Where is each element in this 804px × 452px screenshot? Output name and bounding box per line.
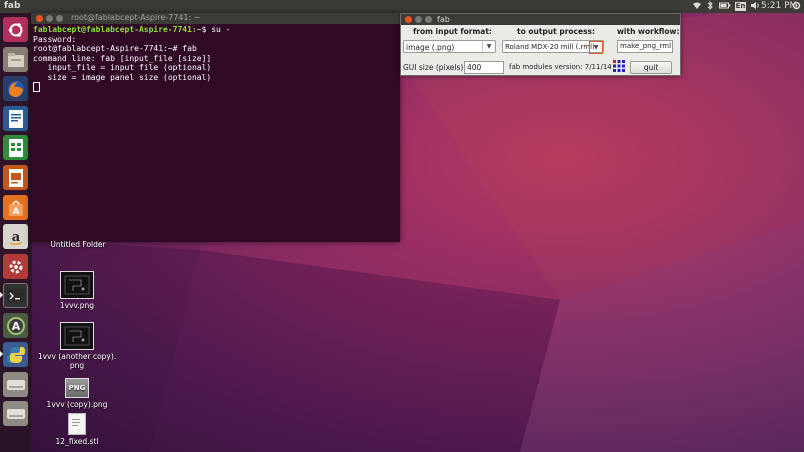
battery-icon[interactable]	[719, 1, 731, 13]
fab-window[interactable]: fab from input format: to output process…	[400, 13, 681, 76]
input-format-header: from input format:	[413, 27, 492, 36]
impress-icon[interactable]	[3, 165, 28, 190]
quit-button[interactable]: quit	[630, 61, 672, 74]
maximize-button[interactable]	[425, 16, 432, 23]
software-center-icon[interactable]: A	[3, 195, 28, 220]
workflow-field[interactable]: make_png_rml	[617, 40, 673, 53]
drive-icon[interactable]	[3, 372, 28, 397]
prompt-user-host: fablabcept@fablabcept-Aspire-7741:	[33, 25, 197, 34]
desktop-icon-label: 1vvv.png	[59, 301, 95, 310]
svg-text:A: A	[11, 320, 20, 333]
bluetooth-icon[interactable]	[706, 0, 714, 13]
files-icon[interactable]	[3, 47, 28, 72]
amazon-icon[interactable]: a	[3, 224, 28, 249]
ubuntu-dash-icon[interactable]	[3, 17, 28, 42]
close-button[interactable]	[36, 15, 43, 22]
desktop-file-1vvv-another-copy[interactable]: 1vvv (another copy). png	[37, 322, 117, 370]
grid-logo-icon	[613, 60, 625, 74]
terminal-window[interactable]: root@fablabcept-Aspire-7741: ~ fablabcep…	[31, 13, 400, 242]
terminal-line-6: size = image panel size (optional)	[33, 72, 212, 82]
software-updater-icon[interactable]: A	[3, 313, 28, 338]
system-settings-icon[interactable]	[3, 254, 28, 279]
volume-icon[interactable]	[750, 1, 760, 13]
desktop-file-1vvv-copy[interactable]: PNG 1vvv (copy).png	[37, 378, 117, 409]
fab-titlebar[interactable]: fab	[401, 14, 680, 25]
terminal-line-3: root@fablabcept-Aspire-7741:~# fab	[33, 44, 197, 53]
terminal-icon[interactable]	[3, 283, 28, 308]
active-window-title: fab	[4, 1, 21, 11]
fab-title: fab	[437, 15, 450, 24]
minimize-button[interactable]	[415, 16, 422, 23]
chevron-down-icon[interactable]: ▼	[482, 41, 495, 52]
image-thumbnail	[60, 322, 94, 350]
document-file-icon	[68, 413, 86, 435]
chevron-down-icon[interactable]: ▼	[589, 41, 603, 54]
desktop-folder-untitled[interactable]: Untitled Folder	[38, 238, 118, 249]
terminal-line-2: Password:	[33, 34, 77, 44]
firefox-icon[interactable]	[3, 76, 28, 101]
terminal-title: root@fablabcept-Aspire-7741: ~	[71, 13, 201, 22]
minimize-button[interactable]	[46, 15, 53, 22]
terminal-cursor	[33, 82, 40, 92]
input-format-select[interactable]: image (.png) ▼	[403, 40, 496, 53]
svg-text:A: A	[12, 207, 19, 217]
terminal-titlebar[interactable]: root@fablabcept-Aspire-7741: ~	[31, 13, 400, 24]
desktop-file-12-fixed-stl[interactable]: 12_fixed.stl	[37, 413, 117, 446]
png-file-icon: PNG	[65, 378, 89, 398]
drive-2-icon[interactable]	[3, 401, 28, 426]
terminal-line-5: input_file = input file (optional)	[33, 63, 212, 72]
calc-icon[interactable]	[3, 135, 28, 160]
launcher: A a A	[0, 13, 32, 452]
terminal-running-indicator	[0, 292, 3, 298]
maximize-button[interactable]	[56, 15, 63, 22]
output-process-header: to output process:	[517, 27, 596, 36]
terminal-line-1: fablabcept@fablabcept-Aspire-7741:~$ su …	[33, 25, 230, 34]
gui-size-input[interactable]: 400	[464, 61, 504, 74]
desktop-icon-label: 12_fixed.stl	[55, 437, 99, 446]
power-gear-icon[interactable]	[792, 1, 801, 13]
prompt-command: ~$ su -	[196, 25, 231, 34]
version-label: fab modules version: 7/11/14	[509, 63, 612, 71]
gui-size-label: GUI size (pixels):	[403, 63, 466, 72]
desktop-icon-label: Untitled Folder	[50, 240, 106, 249]
input-format-value: image (.png)	[406, 43, 455, 52]
wifi-icon[interactable]	[692, 1, 702, 13]
writer-icon[interactable]	[3, 106, 28, 131]
image-thumbnail	[60, 271, 94, 299]
terminal-output[interactable]: fablabcept@fablabcept-Aspire-7741:~$ su …	[31, 24, 400, 95]
desktop-file-1vvv-png[interactable]: 1vvv.png	[37, 271, 117, 310]
close-button[interactable]	[405, 16, 412, 23]
desktop-icon-label: 1vvv (another copy). png	[37, 352, 117, 370]
output-process-value: Roland MDX-20 mill (.rml)	[505, 43, 595, 51]
workflow-header: with workflow:	[617, 27, 680, 36]
top-panel: fab En 5:21 PM	[0, 0, 804, 13]
desktop-icon-label: 1vvv (copy).png	[46, 400, 108, 409]
terminal-line-4: command line: fab [input_file [size]]	[33, 53, 212, 63]
python-running-indicator	[0, 351, 3, 357]
keyboard-indicator[interactable]: En	[735, 2, 746, 11]
python-icon[interactable]	[3, 342, 28, 367]
output-process-select[interactable]: Roland MDX-20 mill (.rml) ▼	[502, 40, 604, 54]
